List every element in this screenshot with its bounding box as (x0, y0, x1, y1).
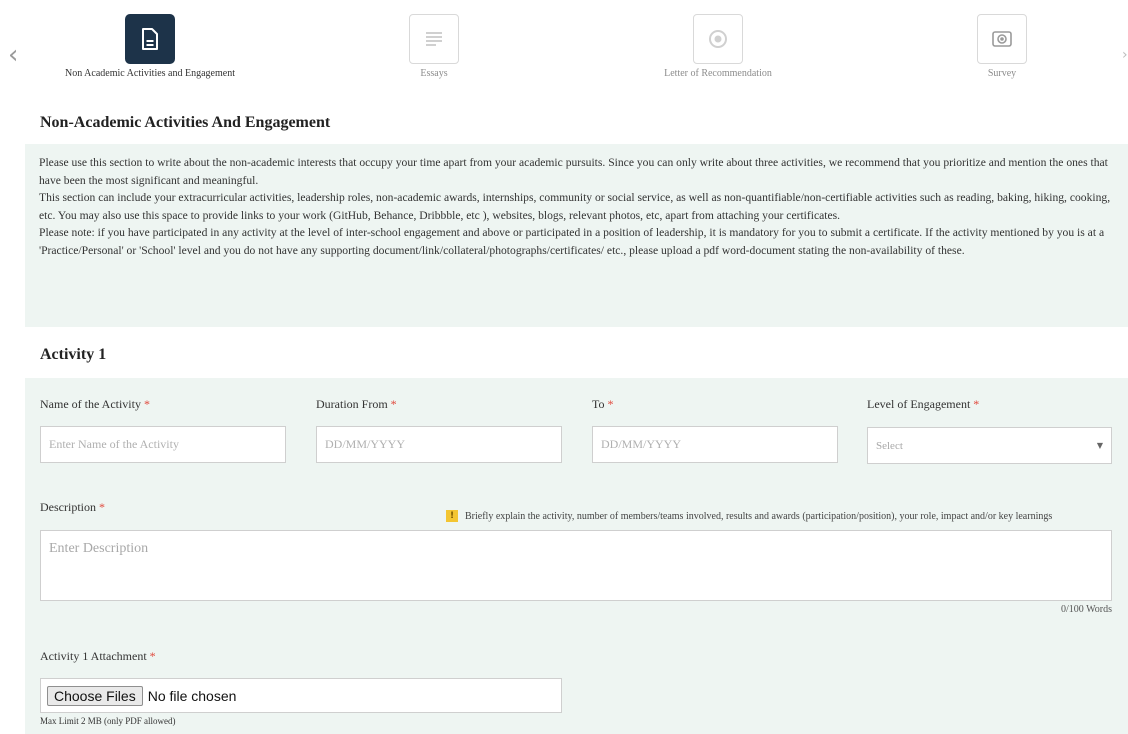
description-hint-text: Briefly explain the activity, number of … (465, 510, 1053, 522)
step-label: Essays (420, 68, 448, 79)
instruction-paragraph: Please note: if you have participated in… (39, 226, 1105, 257)
required-marker: * (390, 397, 397, 411)
duration-from-label-text: Duration From (316, 397, 388, 411)
word-count: 0/100 Words (1061, 604, 1112, 615)
instructions-panel: Please use this section to write about t… (25, 144, 1128, 327)
step-label: Letter of Recommendation (664, 68, 772, 79)
step-essays[interactable]: Essays (314, 14, 554, 79)
step-label: Non Academic Activities and Engagement (65, 68, 235, 79)
choose-files-button[interactable]: Choose Files (47, 685, 143, 706)
activity-title: Activity 1 (40, 346, 107, 363)
step-label: Survey (987, 68, 1017, 79)
level-of-engagement-selected: Select (876, 439, 903, 452)
step-survey[interactable]: Survey (882, 14, 1122, 79)
description-textarea[interactable] (40, 530, 1112, 601)
required-marker: * (143, 397, 150, 411)
essay-lines-icon (409, 14, 459, 64)
description-label: Description * (40, 500, 105, 515)
activity-name-input[interactable] (40, 426, 286, 463)
activity-name-label-text: Name of the Activity (40, 397, 141, 411)
duration-to-input[interactable] (592, 426, 838, 463)
recommendation-seal-icon (693, 14, 743, 64)
duration-to-label-text: To (592, 397, 605, 411)
required-marker: * (99, 500, 105, 514)
progress-stepper: ‹ Non Academic Activities and Engagement… (0, 0, 1128, 92)
chevron-down-icon: ▼ (1096, 441, 1103, 450)
survey-camera-icon (977, 14, 1027, 64)
step-non-academic-activities[interactable]: Non Academic Activities and Engagement (30, 14, 270, 79)
instruction-paragraph: Please use this section to write about t… (39, 156, 1108, 187)
activity-name-label: Name of the Activity * (40, 397, 150, 412)
attachment-label: Activity 1 Attachment * (40, 649, 156, 664)
document-icon (125, 14, 175, 64)
duration-from-label: Duration From * (316, 397, 397, 412)
level-of-engagement-label-text: Level of Engagement (867, 397, 971, 411)
attachment-label-text: Activity 1 Attachment (40, 649, 147, 663)
description-label-text: Description (40, 500, 96, 514)
file-status: No file chosen (147, 687, 237, 704)
description-hint: ! Briefly explain the activity, number o… (446, 508, 1052, 524)
required-marker: * (149, 649, 156, 663)
attachment-file-input: Choose Files No file chosen (40, 678, 562, 713)
next-step-arrow-icon[interactable]: › (1122, 40, 1128, 70)
previous-step-arrow-icon[interactable]: ‹ (8, 40, 28, 70)
section-title: Non-Academic Activities And Engagement (40, 114, 331, 131)
instruction-paragraph: This section can include your extracurri… (39, 191, 1111, 222)
level-of-engagement-select[interactable]: Select ▼ (867, 427, 1112, 464)
file-size-note: Max Limit 2 MB (only PDF allowed) (40, 716, 176, 726)
step-letter-of-recommendation[interactable]: Letter of Recommendation (598, 14, 838, 79)
required-marker: * (973, 397, 980, 411)
required-marker: * (607, 397, 614, 411)
level-of-engagement-label: Level of Engagement * (867, 397, 979, 412)
duration-to-label: To * (592, 397, 614, 412)
warning-icon: ! (446, 510, 458, 522)
duration-from-input[interactable] (316, 426, 562, 463)
